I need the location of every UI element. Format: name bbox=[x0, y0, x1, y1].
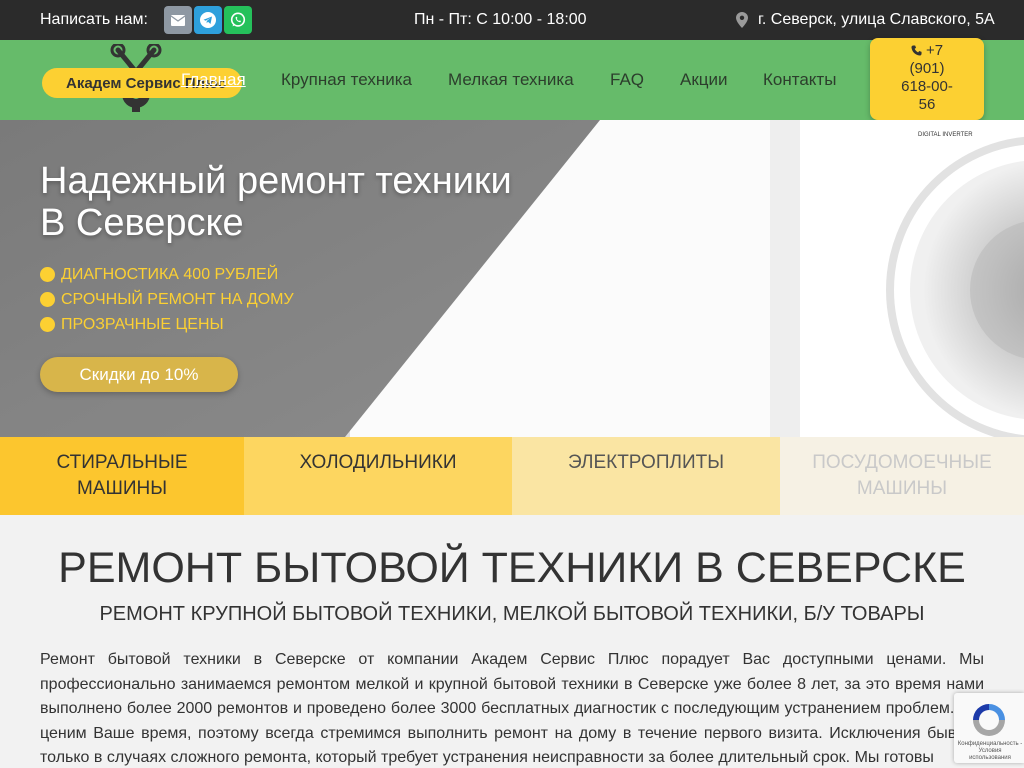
bullet-dot-icon bbox=[40, 267, 55, 282]
recaptcha-icon bbox=[973, 704, 1005, 736]
category-tabs: СТИРАЛЬНЫЕ МАШИНЫ ХОЛОДИЛЬНИКИ ЭЛЕКТРОПЛИ… bbox=[0, 437, 1024, 515]
site-header: Академ Сервис Плюс Главная Крупная техни… bbox=[0, 38, 1024, 120]
recaptcha-badge[interactable]: Конфиденциальность - Условия использован… bbox=[954, 693, 1024, 763]
working-hours: Пн - Пт: С 10:00 - 18:00 bbox=[414, 11, 587, 28]
section-subheading: РЕМОНТ КРУПНОЙ БЫТОВОЙ ТЕХНИКИ, МЕЛКОЙ Б… bbox=[99, 603, 925, 625]
nav-large-appliances[interactable]: Крупная техника bbox=[281, 70, 412, 90]
phone-line-1: +7 bbox=[870, 42, 984, 60]
nav-small-appliances[interactable]: Мелкая техника bbox=[448, 70, 574, 90]
tab-electric-stoves[interactable]: ЭЛЕКТРОПЛИТЫ bbox=[512, 437, 780, 515]
tab-refrigerators[interactable]: ХОЛОДИЛЬНИКИ bbox=[244, 437, 512, 515]
nav-promotions[interactable]: Акции bbox=[680, 70, 728, 90]
nav-home[interactable]: Главная bbox=[181, 70, 246, 90]
feature-item: ДИАГНОСТИКА 400 РУБЛЕЙ bbox=[40, 262, 294, 287]
phone-line-4: 56 bbox=[918, 96, 936, 113]
phone-line-2: (901) bbox=[909, 60, 945, 77]
machine-label: DIGITAL INVERTER bbox=[918, 132, 973, 138]
tab-washing-machines[interactable]: СТИРАЛЬНЫЕ МАШИНЫ bbox=[0, 437, 244, 515]
telegram-button[interactable] bbox=[194, 6, 222, 34]
telegram-icon bbox=[200, 12, 216, 28]
whatsapp-icon bbox=[230, 12, 246, 27]
intro-paragraph: Ремонт бытовой техники в Северске от ком… bbox=[40, 651, 984, 766]
bullet-dot-icon bbox=[40, 317, 55, 332]
write-us-label: Написать нам: bbox=[40, 11, 148, 28]
top-bar: Написать нам: Пн - Пт: С 10:00 - 18:00 г… bbox=[0, 0, 1024, 40]
phone-line-3: 618-00- bbox=[901, 78, 953, 95]
nav-contacts[interactable]: Контакты bbox=[763, 70, 836, 90]
tab-dishwashers[interactable]: ПОСУДОМОЕЧНЫЕ МАШИНЫ bbox=[780, 437, 1024, 515]
whatsapp-button[interactable] bbox=[224, 6, 252, 34]
discount-button[interactable]: Скидки до 10% bbox=[40, 357, 238, 392]
envelope-icon bbox=[171, 14, 185, 26]
recaptcha-text[interactable]: Конфиденциальность - Условия использован… bbox=[957, 741, 1023, 762]
map-pin-icon bbox=[736, 12, 748, 28]
feature-item: ПРОЗРАЧНЫЕ ЦЕНЫ bbox=[40, 312, 294, 337]
address-text: г. Северск, улица Славского, 5А bbox=[758, 11, 995, 28]
phone-button[interactable]: +7 (901) 618-00- 56 bbox=[870, 38, 984, 120]
feature-item: СРОЧНЫЙ РЕМОНТ НА ДОМУ bbox=[40, 287, 294, 312]
nav-faq[interactable]: FAQ bbox=[610, 70, 644, 90]
email-button[interactable] bbox=[164, 6, 192, 34]
phone-icon bbox=[911, 45, 922, 56]
hero-features: ДИАГНОСТИКА 400 РУБЛЕЙ СРОЧНЫЙ РЕМОНТ НА… bbox=[40, 262, 294, 337]
section-heading: РЕМОНТ БЫТОВОЙ ТЕХНИКИ В СЕВЕРСКЕ bbox=[58, 544, 966, 592]
hero-banner: DIGITAL INVERTER Надежный ремонт техники… bbox=[0, 120, 1024, 437]
hero-title: Надежный ремонт техники В Северске bbox=[40, 160, 512, 244]
bullet-dot-icon bbox=[40, 292, 55, 307]
address: г. Северск, улица Славского, 5А bbox=[736, 11, 995, 29]
